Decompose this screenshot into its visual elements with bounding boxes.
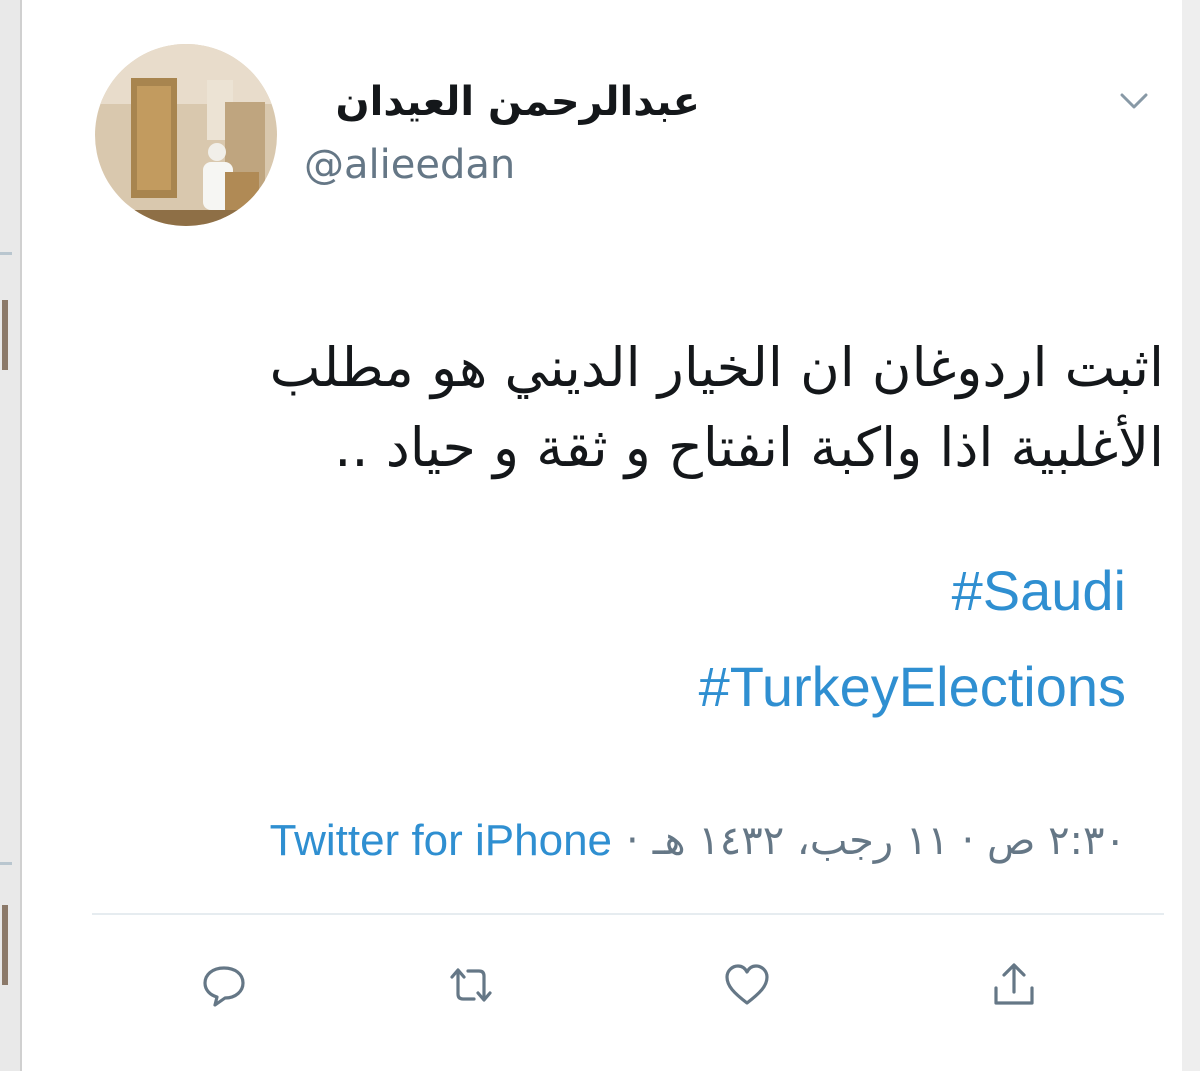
left-background-strip [0,0,20,1071]
tweet-card: عبدالرحمن العيدان @alieedan اثبت اردوغان… [22,0,1182,1071]
hashtag-link[interactable]: #Saudi [952,558,1126,623]
meta-separator: · [626,818,639,864]
share-icon [994,963,1034,1005]
tweet-meta: ٢:٣٠ ص · ١١ رجب، ١٤٣٢ هـ · Twitter for i… [36,816,1126,866]
reply-button[interactable] [199,960,249,1010]
reply-icon [203,966,245,1007]
right-background-strip [1182,0,1200,1071]
strip-mark [2,905,8,985]
avatar-photo [95,44,277,226]
share-button[interactable] [989,960,1039,1010]
chevron-down-icon[interactable] [1118,90,1150,112]
author-handle[interactable]: @alieedan [304,142,515,188]
retweet-button[interactable] [446,960,496,1010]
tweet-text: اثبت اردوغان ان الخيار الديني هو مطلب ال… [269,336,1164,479]
strip-tick [0,862,12,865]
strip-mark [2,300,8,370]
like-button[interactable] [722,960,772,1010]
strip-tick [0,252,12,255]
heart-icon [725,964,769,1005]
action-divider [92,913,1164,915]
tweet-timestamp[interactable]: ٢:٣٠ ص · ١١ رجب، ١٤٣٢ هـ [653,818,1126,864]
retweet-icon [450,968,492,1002]
author-display-name[interactable]: عبدالرحمن العيدان [240,80,700,124]
avatar[interactable] [95,44,277,226]
tweet-source-link[interactable]: Twitter for iPhone [270,816,612,866]
hashtag-link[interactable]: #TurkeyElections [699,654,1126,719]
